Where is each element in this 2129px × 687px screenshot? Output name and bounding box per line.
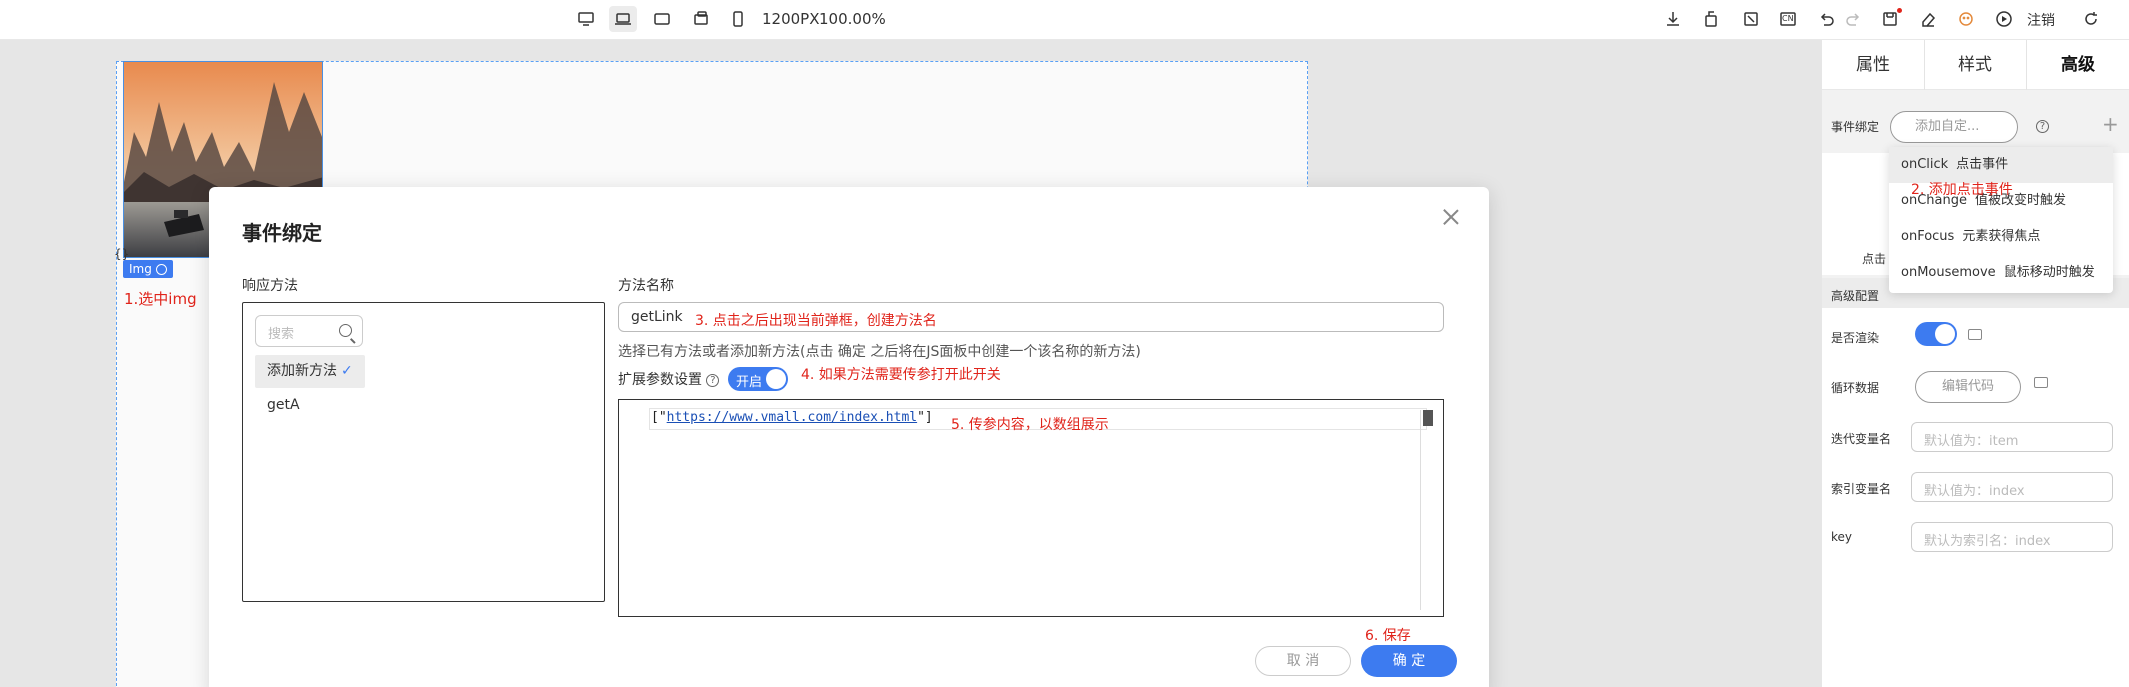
method-hint-text: 选择已有方法或者添加新方法(点击 确定 之后将在JS面板中创建一个该名称的新方法…: [618, 344, 1141, 360]
eraser-icon[interactable]: [1914, 6, 1942, 32]
gear-icon[interactable]: [155, 263, 167, 275]
tablet-switch-icon[interactable]: [687, 6, 715, 32]
logout-link[interactable]: 注销: [2027, 10, 2055, 30]
dialog-title: 事件绑定: [242, 221, 322, 245]
toggle-knob: [1935, 324, 1955, 344]
annotation-step-4: 4. 如果方法需要传参打开此开关: [801, 367, 1001, 383]
add-custom-event-input[interactable]: 添加自定...: [1890, 111, 2018, 143]
help-icon[interactable]: ?: [2036, 120, 2049, 133]
dropdown-item-onfocus[interactable]: onFocus 元素获得焦点: [1889, 219, 2113, 255]
code-bind-icon[interactable]: [1968, 329, 1982, 340]
iter-var-input[interactable]: 默认值为：item: [1911, 422, 2113, 452]
response-method-label: 响应方法: [242, 278, 298, 294]
method-search-input[interactable]: 搜索: [255, 315, 363, 347]
export-icon[interactable]: [1697, 6, 1725, 32]
mobile-view-icon[interactable]: [724, 6, 752, 32]
render-toggle[interactable]: [1915, 322, 1957, 346]
code-line-1: ["https://www.vmall.com/index.html"]: [651, 410, 933, 425]
render-label: 是否渲染: [1831, 331, 1880, 345]
annotation-step-2: 2. 添加点击事件: [1911, 182, 2013, 198]
img-component-badge[interactable]: Img: [123, 260, 173, 278]
dropdown-item-onclick[interactable]: onClick 点击事件: [1889, 147, 2113, 183]
close-icon[interactable]: [1441, 207, 1461, 227]
partial-event-text: 点击: [1862, 252, 1887, 266]
undo-icon[interactable]: [1812, 6, 1840, 32]
desktop-view-icon[interactable]: [572, 6, 600, 32]
iter-var-label: 迭代变量名: [1831, 432, 1892, 446]
code-bind-icon[interactable]: [2034, 377, 2048, 388]
annotation-step-5: 5. 传参内容，以数组展示: [951, 417, 1109, 433]
check-icon: ✓: [341, 363, 353, 379]
help-icon[interactable]: ?: [706, 373, 720, 387]
index-var-label: 索引变量名: [1831, 482, 1892, 496]
zoom-text: 100.00%: [819, 10, 886, 28]
toggle-knob: [766, 369, 786, 389]
panel-tabs: 属性 样式 高级: [1822, 40, 2129, 90]
method-name-label: 方法名称: [618, 278, 674, 294]
code-url: https://www.vmall.com/index.html: [666, 410, 918, 425]
loop-data-label: 循环数据: [1831, 381, 1880, 395]
ext-param-label: 扩展参数设置 ?: [618, 369, 720, 389]
event-bind-label: 事件绑定: [1831, 120, 1880, 134]
event-binding-dialog: 事件绑定 响应方法 搜索 添加新方法 ✓ getA 方法名称 getLink 3.…: [209, 187, 1489, 687]
notification-dot: [1897, 8, 1902, 13]
annotation-step-1: 1.选中img: [124, 290, 197, 308]
cancel-button[interactable]: 取 消: [1255, 646, 1351, 676]
annotation-step-3: 3. 点击之后出现当前弹框，创建方法名: [695, 313, 937, 329]
key-label: key: [1831, 530, 1853, 544]
index-var-input[interactable]: 默认值为：index: [1911, 472, 2113, 502]
redo-icon[interactable]: [1840, 6, 1868, 32]
event-dropdown-menu: onClick 点击事件 onChange 值被改变时触发 onFocus 元素获得焦…: [1889, 147, 2113, 293]
tab-style[interactable]: 样式: [1924, 40, 2026, 90]
method-item-add-new[interactable]: 添加新方法 ✓: [255, 355, 365, 388]
search-icon: [339, 324, 352, 337]
refresh-icon[interactable]: [2077, 6, 2105, 32]
brace-marker: {}: [114, 247, 130, 261]
preview-play-icon[interactable]: [1990, 6, 2018, 32]
key-input[interactable]: 默认为索引名：index: [1911, 522, 2113, 552]
method-list-panel: 搜索 添加新方法 ✓ getA: [242, 302, 605, 602]
tab-advanced[interactable]: 高级: [2027, 40, 2129, 90]
add-event-plus-icon[interactable]: +: [2102, 112, 2119, 136]
tablet-landscape-icon[interactable]: [648, 6, 676, 32]
avatar-icon[interactable]: [1952, 6, 1980, 32]
method-item-geta[interactable]: getA: [255, 389, 312, 422]
resolution-text: 1200PX: [762, 10, 820, 28]
confirm-button[interactable]: 确 定: [1361, 645, 1457, 677]
edit-code-button[interactable]: 编辑代码: [1915, 371, 2021, 403]
ext-param-toggle[interactable]: 开启: [728, 367, 788, 391]
language-cn-icon[interactable]: CN: [1774, 6, 1802, 32]
tab-properties[interactable]: 属性: [1822, 40, 1924, 90]
fullscreen-icon[interactable]: [1737, 6, 1765, 32]
save-icon[interactable]: [1876, 6, 1904, 32]
laptop-view-icon[interactable]: [609, 6, 637, 32]
download-icon[interactable]: [1659, 6, 1687, 32]
editor-scroll-thumb[interactable]: [1423, 410, 1433, 426]
dropdown-item-onmousemove[interactable]: onMousemove 鼠标移动时触发: [1889, 255, 2113, 291]
top-toolbar: 1200PX 100.00% CN 注销: [0, 0, 2129, 40]
right-properties-panel: 属性 样式 高级 事件绑定 添加自定... ? + 点击 高级配置 是否渲染 循…: [1822, 40, 2129, 687]
editor-scrollbar[interactable]: [1420, 410, 1421, 610]
annotation-step-6: 6. 保存: [1365, 628, 1411, 644]
